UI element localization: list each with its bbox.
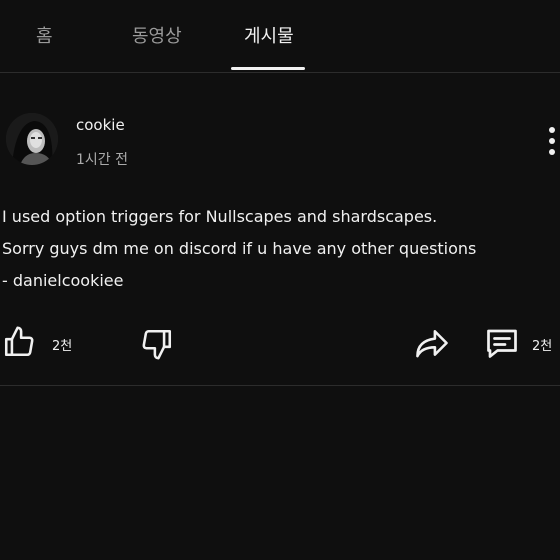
avatar[interactable] — [6, 113, 58, 165]
thumbs-up-icon — [4, 326, 34, 357]
post-body: I used option triggers for Nullscapes an… — [2, 201, 558, 297]
tab-home[interactable]: 홈 — [36, 22, 53, 48]
comment-button[interactable] — [484, 325, 520, 365]
active-tab-indicator — [231, 67, 305, 70]
more-dot — [549, 149, 555, 155]
community-post: cookie 1시간 전 I used option triggers for … — [0, 73, 560, 386]
post-author[interactable]: cookie — [76, 116, 125, 134]
dislike-button[interactable] — [140, 327, 174, 365]
tab-posts[interactable]: 게시물 — [244, 22, 294, 48]
like-count: 2천 — [52, 339, 73, 354]
post-line: I used option triggers for Nullscapes an… — [2, 207, 438, 226]
more-dot — [549, 138, 555, 144]
more-options-button[interactable] — [544, 125, 560, 157]
thumbs-down-icon — [142, 329, 172, 360]
like-button[interactable] — [2, 325, 36, 363]
more-vertical-icon — [549, 127, 555, 133]
tab-bar: 홈 동영상 게시물 — [0, 0, 560, 73]
post-time: 1시간 전 — [76, 152, 128, 168]
post-line: Sorry guys dm me on discord if u have an… — [2, 239, 477, 258]
tab-videos[interactable]: 동영상 — [132, 22, 182, 48]
comment-icon — [487, 329, 517, 358]
post-line: - danielcookiee — [2, 271, 124, 290]
share-icon — [416, 330, 448, 358]
share-button[interactable] — [414, 327, 450, 363]
comment-count: 2천 — [532, 339, 553, 354]
